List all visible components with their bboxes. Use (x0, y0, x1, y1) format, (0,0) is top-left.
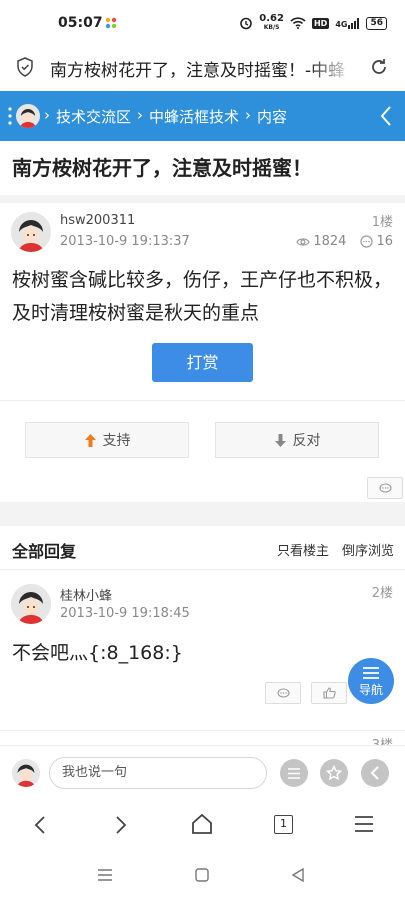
list-icon (288, 767, 300, 779)
favorite-button[interactable] (320, 759, 348, 787)
post-stats: 1824 16 (296, 234, 393, 249)
signal-icon (348, 17, 360, 29)
navigation-fab-label: 导航 (358, 683, 383, 697)
reply-composer: 我也说一句 (0, 745, 405, 801)
reply-floor-number: 2楼 (371, 586, 393, 601)
status-bar: 05:07 0.62 KB/S HD 4G 56 (0, 0, 405, 46)
wifi-icon (290, 17, 306, 29)
post-content: 桉树蜜含碱比较多，伤仔，王产仔也不积极，及时清理桉树蜜是秋天的重点 (12, 269, 393, 324)
breadcrumb-separator: › (137, 106, 144, 124)
replies-title: 全部回复 (12, 542, 77, 561)
star-icon (326, 765, 342, 781)
browser-toolbar: 1 (0, 802, 405, 848)
menu-icon[interactable] (354, 816, 374, 832)
shield-icon[interactable] (16, 57, 34, 77)
breadcrumb-path: › 技术交流区 › 中蜂活框技术 › 内容 (44, 106, 287, 127)
home-button-icon[interactable] (195, 868, 209, 882)
reply-date: 2013-10-9 19:18:45 (60, 606, 190, 621)
menu-icon (363, 667, 379, 679)
comment-icon (276, 687, 290, 698)
list-button[interactable] (280, 759, 308, 787)
tab-count: 1 (280, 817, 287, 830)
only-op-button[interactable]: 只看楼主 (277, 540, 329, 559)
comment-count: 16 (376, 234, 393, 249)
reply-button[interactable] (367, 477, 403, 499)
reverse-order-button[interactable]: 倒序浏览 (342, 540, 394, 559)
menu-dots-icon[interactable] (8, 106, 12, 126)
support-button[interactable]: 支持 (25, 422, 189, 458)
chevron-left-icon (370, 766, 379, 780)
reply-input[interactable]: 我也说一句 (49, 757, 267, 789)
thumb-up-icon (322, 687, 336, 699)
status-time: 05:07 (58, 15, 103, 31)
post-title: 南方桉树花开了，注意及时摇蜜！ (12, 156, 312, 180)
support-label: 支持 (102, 433, 131, 449)
comment-icon (378, 482, 392, 493)
tabs-button[interactable]: 1 (274, 815, 293, 834)
browser-forward-icon[interactable] (114, 815, 128, 835)
back-button[interactable] (361, 759, 389, 787)
signal-indicator: 4G (335, 17, 360, 29)
battery-indicator: 56 (366, 16, 387, 30)
reply-author-name[interactable]: 桂林小蜂 (60, 585, 112, 604)
breadcrumb-separator: › (245, 106, 252, 124)
user-avatar[interactable] (16, 104, 40, 128)
author-avatar[interactable] (11, 212, 51, 252)
divider (0, 400, 405, 401)
breadcrumb-item-content: 内容 (257, 108, 288, 126)
chevron-left-icon[interactable] (379, 105, 393, 127)
breadcrumb-separator: › (44, 106, 50, 124)
system-navigation (0, 852, 405, 900)
arrow-up-icon (84, 433, 96, 447)
reply-comment-button[interactable] (265, 682, 301, 704)
page-title-url[interactable]: 南方桉树花开了，注意及时摇蜜！-中蜂 (50, 56, 355, 81)
arrow-down-icon (274, 433, 286, 447)
like-button[interactable] (311, 682, 347, 704)
back-triangle-icon[interactable] (291, 868, 305, 882)
reward-button[interactable]: 打赏 (152, 343, 253, 382)
composer-avatar[interactable] (12, 759, 40, 787)
recents-icon[interactable] (97, 869, 113, 881)
alarm-icon (240, 17, 253, 30)
browser-title-bar: 南方桉树花开了，注意及时摇蜜！-中蜂 (0, 46, 405, 90)
divider (0, 730, 405, 731)
breadcrumb-item-section[interactable]: 中蜂活框技术 (149, 106, 239, 127)
divider (0, 502, 405, 526)
floor-number: 1楼 (371, 215, 393, 230)
post-date: 2013-10-9 19:13:37 (60, 234, 190, 249)
reload-icon[interactable] (369, 57, 389, 77)
oppose-button[interactable]: 反对 (215, 422, 379, 458)
app-notification-icon (105, 17, 117, 29)
reply-author-avatar[interactable] (11, 584, 51, 624)
author-name[interactable]: hsw200311 (60, 213, 135, 228)
oppose-label: 反对 (292, 433, 321, 449)
divider (0, 195, 405, 203)
network-speed: 0.62 KB/S (259, 13, 284, 32)
eye-icon (296, 237, 311, 246)
browser-back-icon[interactable] (33, 815, 47, 835)
breadcrumb: › 技术交流区 › 中蜂活框技术 › 内容 (0, 91, 405, 141)
home-icon[interactable] (191, 813, 213, 835)
view-count: 1824 (313, 234, 347, 249)
status-indicators: 0.62 KB/S HD 4G 56 (239, 14, 387, 32)
navigation-fab[interactable]: 导航 (348, 658, 394, 704)
screen: 05:07 0.62 KB/S HD 4G 56 南方桉树花开了，注意及时摇蜜！… (0, 0, 405, 900)
comment-icon (360, 235, 374, 248)
replies-header: 全部回复 只看楼主 倒序浏览 (0, 526, 405, 570)
hd-badge: HD (311, 17, 330, 29)
reply-content: 不会吧灬{:8_168:} (12, 642, 183, 664)
breadcrumb-item-forum[interactable]: 技术交流区 (56, 106, 131, 127)
